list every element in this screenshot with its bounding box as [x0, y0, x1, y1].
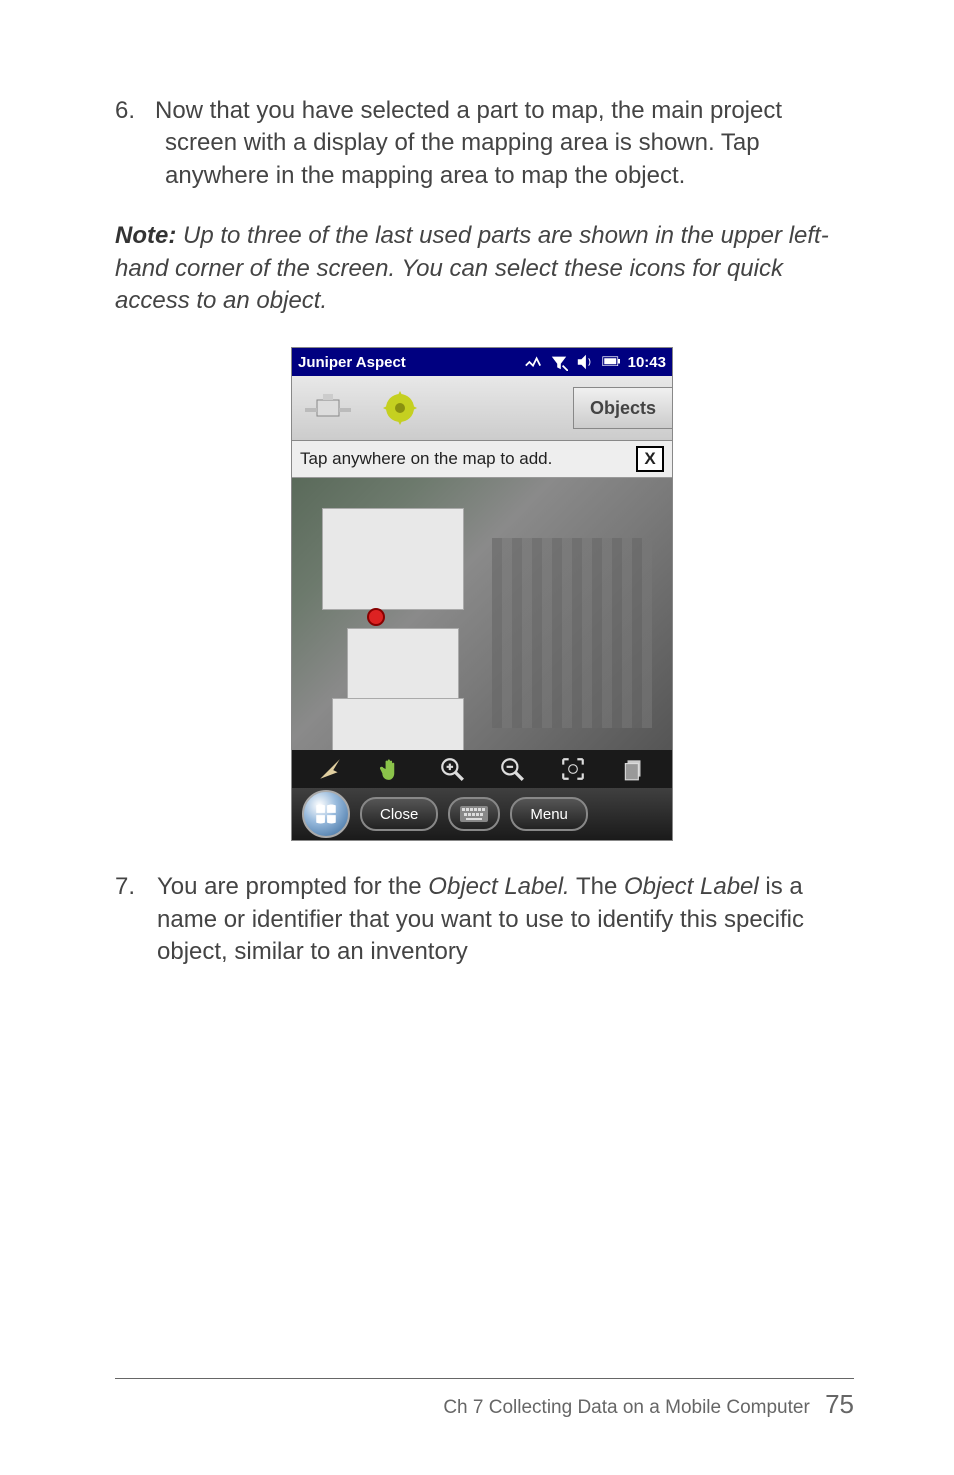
- close-button[interactable]: Close: [360, 797, 438, 831]
- step-7: 7. You are prompted for the Object Label…: [115, 871, 849, 968]
- volume-icon: [576, 353, 594, 371]
- filter-icon: [550, 353, 568, 371]
- battery-icon: [602, 353, 620, 371]
- part-icon-1[interactable]: [298, 382, 358, 434]
- parts-bar: Objects: [292, 376, 672, 441]
- footer-chapter: Ch 7 Collecting Data on a Mobile Compute…: [443, 1397, 809, 1418]
- page-footer: Ch 7 Collecting Data on a Mobile Compute…: [115, 1378, 854, 1420]
- windows-start-button[interactable]: [302, 790, 350, 838]
- hand-icon[interactable]: [378, 756, 404, 782]
- status-icons: 10:43: [524, 353, 666, 371]
- step-6-number: 6.: [115, 95, 155, 127]
- menu-button[interactable]: Menu: [510, 797, 588, 831]
- close-button-label: Close: [380, 806, 418, 823]
- hint-close-button[interactable]: X: [636, 446, 664, 472]
- step-7-text-2: The: [570, 873, 624, 900]
- objects-button-label: Objects: [590, 398, 656, 419]
- layers-icon[interactable]: [621, 756, 647, 782]
- note-block: Note: Up to three of the last used parts…: [115, 220, 849, 317]
- soft-button-bar: Close Menu: [292, 788, 672, 840]
- screenshot-container: Juniper Aspect 10:43 Objects: [115, 347, 849, 841]
- note-text: Up to three of the last used parts are s…: [115, 222, 829, 314]
- parking-area: [492, 538, 652, 728]
- hint-bar: Tap anywhere on the map to add. X: [292, 441, 672, 478]
- footer-page-number: 75: [825, 1389, 854, 1419]
- step-7-text-1: You are prompted for the: [157, 873, 428, 900]
- keyboard-button[interactable]: [448, 797, 500, 831]
- part-icon-2[interactable]: [370, 382, 430, 434]
- menu-button-label: Menu: [530, 806, 568, 823]
- clock-text: 10:43: [628, 354, 666, 371]
- map-marker-icon: [367, 608, 385, 626]
- map-view[interactable]: [292, 478, 672, 750]
- device-screenshot: Juniper Aspect 10:43 Objects: [291, 347, 673, 841]
- arrow-icon[interactable]: [317, 756, 343, 782]
- step-7-em-2: Object Label: [624, 873, 759, 900]
- step-7-em-1: Object Label.: [428, 873, 569, 900]
- objects-button[interactable]: Objects: [573, 387, 672, 429]
- hint-text: Tap anywhere on the map to add.: [300, 449, 552, 469]
- app-title: Juniper Aspect: [298, 354, 524, 371]
- step-7-text: You are prompted for the Object Label. T…: [157, 871, 849, 968]
- connectivity-icon: [524, 353, 542, 371]
- hint-close-label: X: [644, 449, 655, 469]
- zoom-out-icon[interactable]: [499, 756, 525, 782]
- zoom-in-icon[interactable]: [439, 756, 465, 782]
- step-7-number: 7.: [115, 871, 157, 968]
- map-toolbar: [292, 750, 672, 788]
- step-6-text: Now that you have selected a part to map…: [155, 97, 782, 189]
- step-6: 6.Now that you have selected a part to m…: [115, 95, 849, 192]
- note-label: Note:: [115, 222, 176, 249]
- zoom-extents-icon[interactable]: [560, 756, 586, 782]
- status-bar: Juniper Aspect 10:43: [292, 348, 672, 376]
